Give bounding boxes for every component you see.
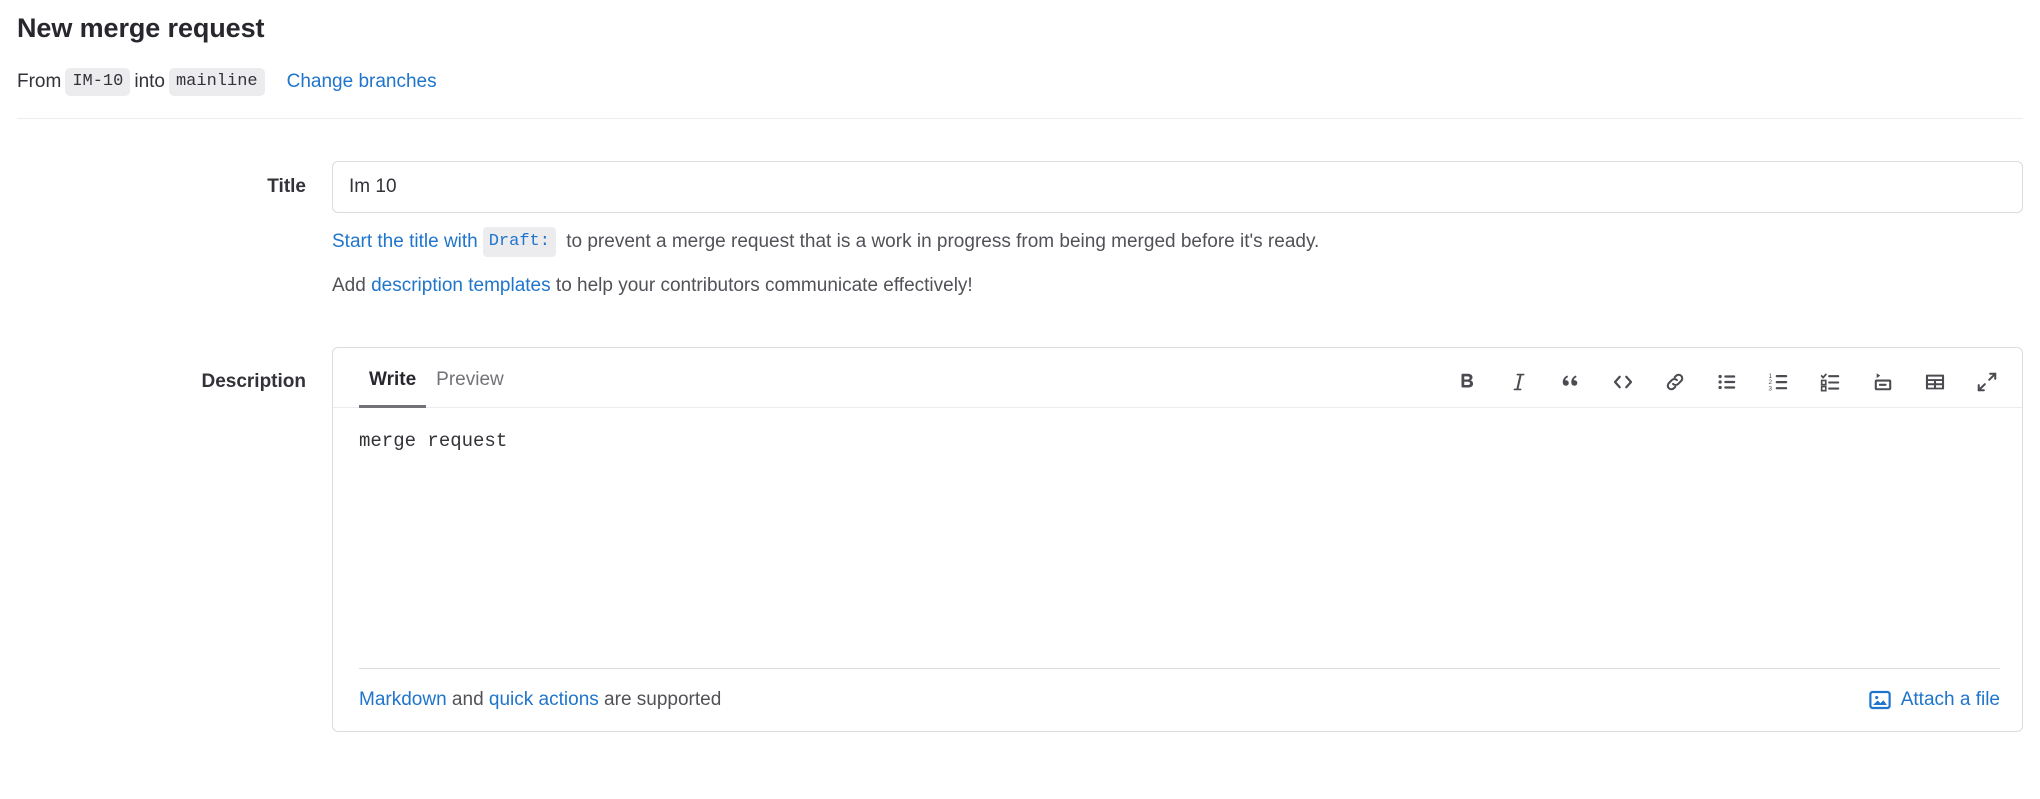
svg-text:3: 3 [1769,385,1773,392]
title-label: Title [267,176,306,197]
new-merge-request-page: New merge request From IM-10 into mainli… [0,0,2040,799]
fullscreen-icon[interactable] [1974,369,2000,395]
tab-preview[interactable]: Preview [426,369,514,408]
task-list-icon[interactable] [1818,369,1844,395]
title-input[interactable] [332,161,2023,213]
code-icon[interactable] [1610,369,1636,395]
draft-prefix-link[interactable]: Start the title with [332,229,478,255]
target-branch-chip: mainline [168,68,265,96]
branch-summary: From IM-10 into mainline Change branches [17,68,2023,96]
italic-icon[interactable] [1506,369,1532,395]
description-row: Description Write Preview 1 2 3 merge re… [17,347,2023,732]
into-label: into [134,71,165,92]
header-divider [17,118,2023,119]
title-control: Start the title with Draft: to prevent a… [332,161,2023,299]
markdown-editor-footer: Markdown and quick actions are supported… [359,669,2000,731]
quick-actions-link[interactable]: quick actions [489,689,599,711]
draft-code-chip: Draft: [482,227,556,257]
title-row: Title Start the title with Draft: to pre… [17,161,2023,299]
attach-a-file-label: Attach a file [1900,689,2000,710]
markdown-editor-body [333,408,2022,668]
page-title: New merge request [17,13,265,43]
bold-icon[interactable] [1454,369,1480,395]
markdown-editor: Write Preview 1 2 3 merge request Markdo… [332,347,2023,732]
source-branch-chip: IM-10 [65,68,131,96]
markdown-toolbar: 123 [1454,369,2000,407]
supported-text: are supported [598,689,722,710]
from-label: From [17,71,62,92]
draft-help-rest: to prevent a merge request that is a wor… [560,231,1320,252]
tab-write[interactable]: Write [359,369,427,408]
collapsible-section-icon[interactable] [1870,369,1896,395]
table-icon[interactable] [1922,369,1948,395]
numbered-list-icon[interactable]: 123 [1766,369,1792,395]
description-templates-link[interactable]: description templates [371,273,551,299]
templates-help-prefix: Add [332,275,372,296]
description-textarea[interactable] [359,428,1996,650]
description-label: Description [201,371,306,392]
editor-tabs: Write Preview [359,349,514,408]
quote-icon[interactable] [1558,369,1584,395]
link-icon[interactable] [1662,369,1688,395]
markdown-support-text: Markdown and quick actions are supported [359,689,721,711]
markdown-editor-header: Write Preview 1 2 3 [333,348,2022,408]
description-control: Write Preview 1 2 3 merge request Markdo… [332,347,2023,732]
and-text: and [446,689,489,710]
bullet-list-icon[interactable] [1714,369,1740,395]
attach-a-file-button[interactable]: Attach a file [1868,689,2000,711]
media-image-icon [1868,689,1891,711]
templates-help-rest: to help your contributors communicate ef… [550,275,973,296]
markdown-editor-footer-wrap: Markdown and quick actions are supported… [333,668,2022,731]
markdown-link[interactable]: Markdown [359,689,447,711]
change-branches-link[interactable]: Change branches [287,69,437,95]
templates-help-text: Add description templates to help your c… [332,273,2023,299]
draft-help-text: Start the title with Draft: to prevent a… [332,227,2023,257]
